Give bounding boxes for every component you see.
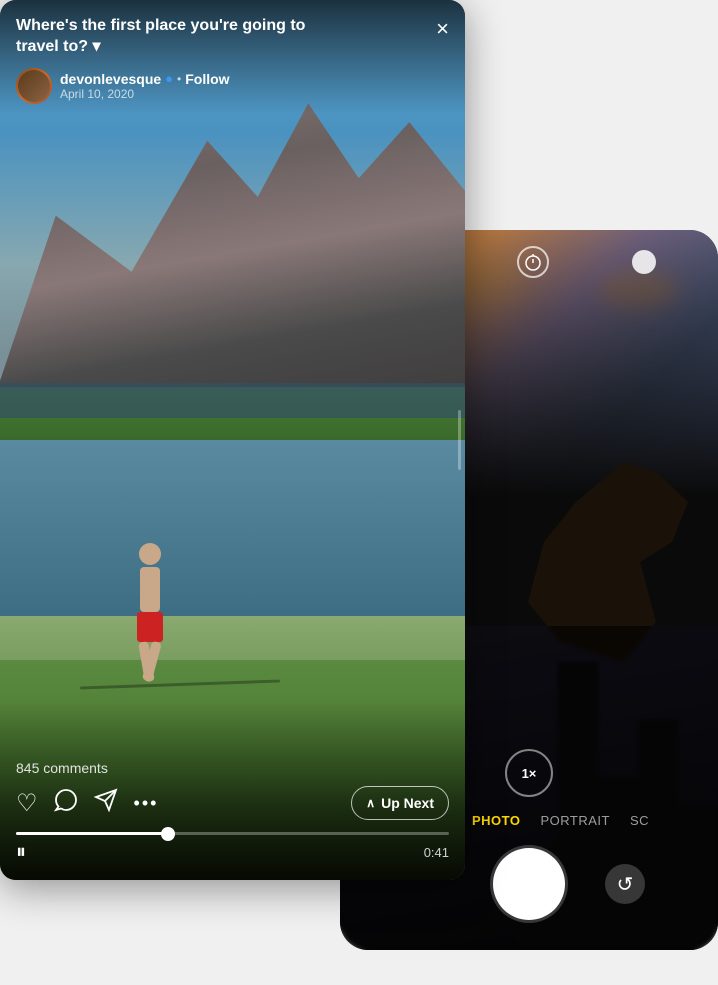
camera-flash-icon[interactable] (632, 250, 656, 274)
person-head (139, 543, 161, 565)
ig-title: Where's the first place you're going to … (16, 16, 336, 58)
camera-mode-sc[interactable]: SC (630, 813, 649, 828)
lake-water (0, 383, 465, 418)
person-shorts (137, 612, 163, 642)
ig-up-next-button[interactable]: ∧ Up Next (351, 786, 449, 820)
ig-username: devonlevesque (60, 71, 161, 87)
ig-verified-badge: ● (165, 71, 173, 86)
ig-bottom-overlay: 845 comments ♡ ••• ∧ U (0, 700, 465, 880)
ig-avatar[interactable] (16, 68, 52, 104)
ig-separator-dot: • (177, 72, 181, 86)
ig-user-info: devonlevesque ● • Follow April 10, 2020 (60, 71, 230, 101)
camera-timer-icon[interactable] (517, 246, 549, 278)
ig-comment-button[interactable] (54, 788, 78, 819)
flip-camera-icon: ↺ (617, 872, 634, 897)
progress-track[interactable] (16, 832, 449, 835)
person-body (137, 543, 163, 682)
ig-more-button[interactable]: ••• (134, 793, 159, 814)
ig-comments-count[interactable]: 845 comments (16, 700, 449, 776)
up-next-arrow-icon: ∧ (366, 796, 375, 810)
ig-header: Where's the first place you're going to … (0, 0, 465, 114)
person-running (120, 542, 180, 682)
progress-fill (16, 832, 168, 835)
camera-mode-photo[interactable]: PHOTO (472, 813, 521, 828)
person-legs (137, 642, 163, 682)
ig-username-row: devonlevesque ● • Follow (60, 71, 230, 87)
ig-like-button[interactable]: ♡ (16, 789, 38, 818)
flip-camera-button[interactable]: ↺ (605, 864, 645, 904)
ig-pause-button[interactable]: ⏸ (16, 841, 26, 864)
ig-actions-left: ♡ ••• (16, 788, 158, 819)
running-water (0, 440, 465, 638)
ig-follow-button[interactable]: Follow (185, 71, 229, 87)
progress-thumb (161, 827, 175, 841)
ig-video-card: Where's the first place you're going to … (0, 0, 465, 880)
ig-time-display: 0:41 (424, 845, 449, 860)
shutter-button[interactable] (493, 848, 565, 920)
ig-share-button[interactable] (94, 788, 118, 819)
avatar-inner (18, 70, 50, 102)
ig-actions-row: ♡ ••• ∧ Up Next (16, 786, 449, 820)
ig-post-date: April 10, 2020 (60, 87, 230, 101)
ig-scroll-indicator (458, 410, 461, 470)
ig-header-top: Where's the first place you're going to … (16, 16, 449, 68)
camera-mode-portrait[interactable]: PORTRAIT (540, 813, 610, 828)
person-torso (140, 567, 160, 612)
zoom-label: 1× (522, 766, 537, 781)
ig-close-button[interactable]: × (436, 18, 449, 40)
ig-progress-bar[interactable] (16, 832, 449, 835)
ig-user-row: devonlevesque ● • Follow April 10, 2020 (16, 68, 449, 104)
ig-playback-row: ⏸ 0:41 (16, 841, 449, 880)
zoom-badge[interactable]: 1× (505, 749, 553, 797)
up-next-label: Up Next (381, 795, 434, 811)
